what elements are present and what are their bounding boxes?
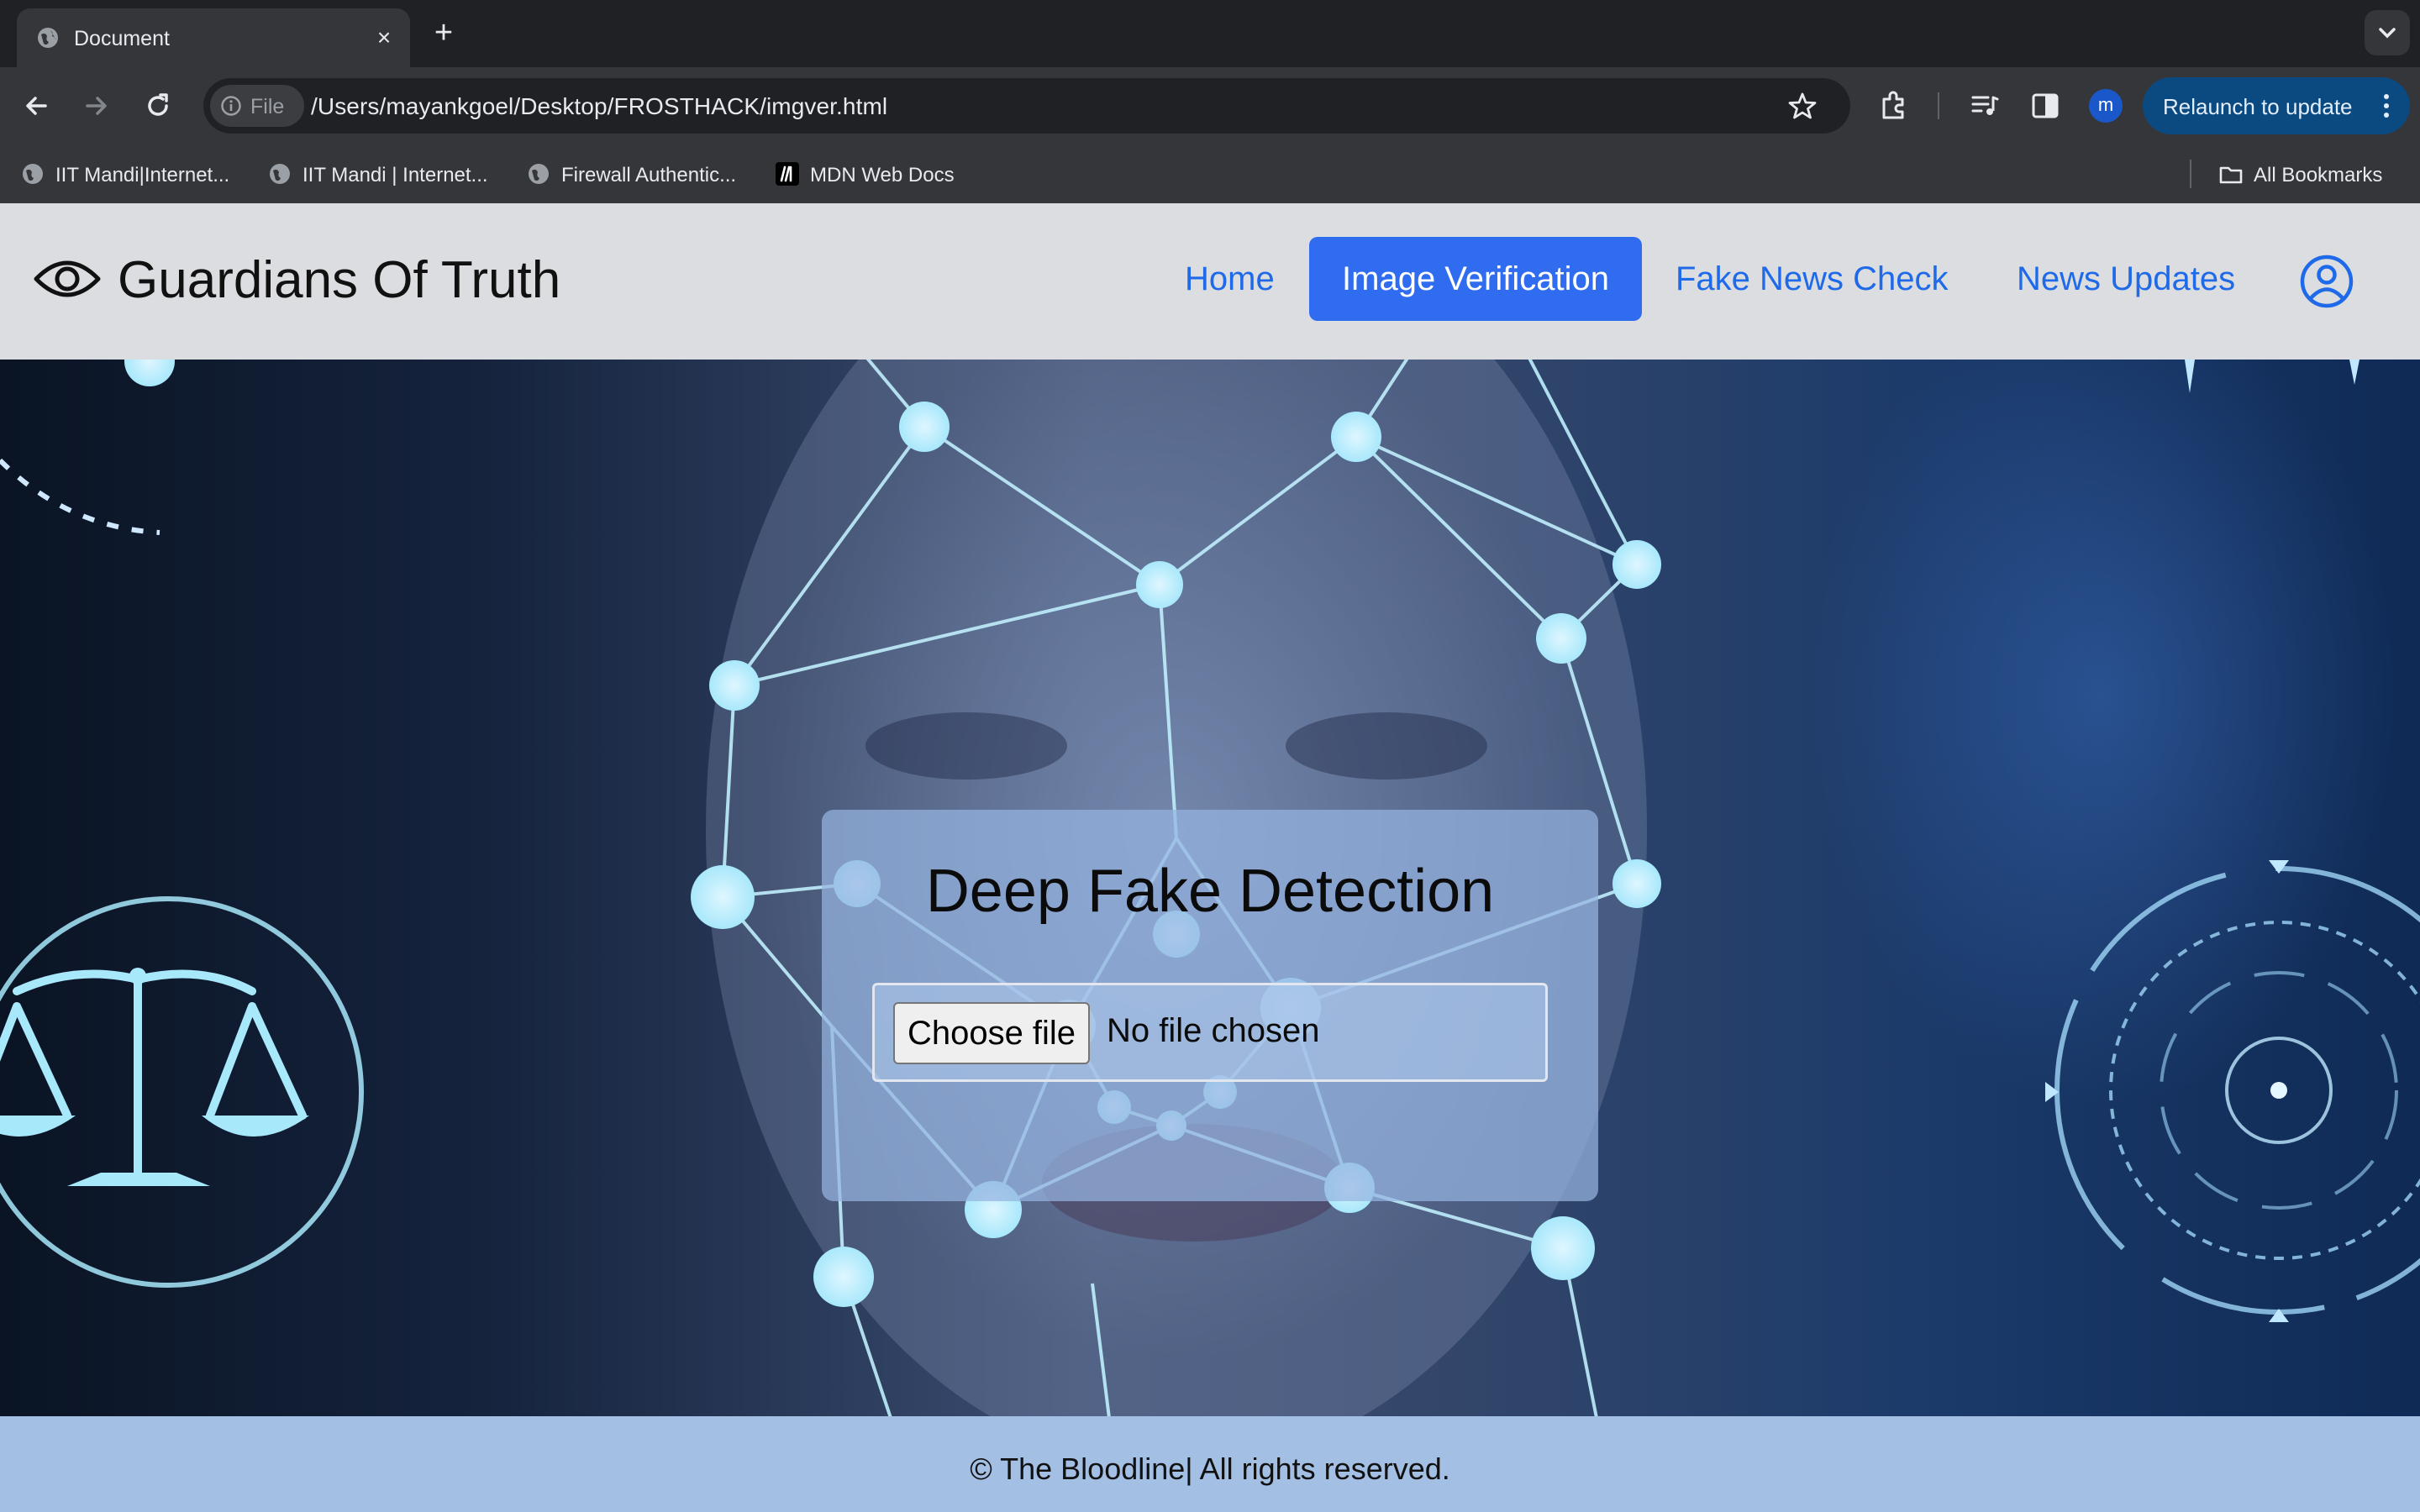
detection-title: Deep Fake Detection	[925, 858, 1495, 925]
reload-icon[interactable]	[138, 86, 178, 126]
file-upload-field[interactable]: Choose file No file chosen	[872, 983, 1548, 1082]
bookmark-star-icon[interactable]	[1786, 90, 1818, 122]
choose-file-button[interactable]: Choose file	[893, 1002, 1090, 1064]
relaunch-label: Relaunch to update	[2163, 94, 2353, 119]
globe-icon	[38, 28, 58, 48]
eye-logo-icon	[34, 260, 101, 297]
url-text[interactable]: /Users/mayankgoel/Desktop/FROSTHACK/imgv…	[311, 93, 887, 120]
globe-icon	[270, 164, 290, 184]
nav-fake-news-check-link[interactable]: Fake News Check	[1676, 260, 1949, 298]
bookmark-label: IIT Mandi|Internet...	[55, 164, 230, 186]
new-tab-button[interactable]: +	[427, 17, 460, 50]
globe-icon	[23, 164, 43, 184]
web-page: Guardians Of Truth Home Image Verificati…	[0, 203, 2420, 1512]
tab-close-icon[interactable]: ×	[370, 24, 398, 52]
toolbar-divider	[1938, 92, 1939, 119]
more-options-icon[interactable]	[2378, 91, 2395, 121]
globe-icon	[529, 164, 549, 184]
extensions-icon[interactable]	[1876, 87, 1912, 124]
chevron-down-icon	[2379, 28, 2396, 39]
media-controls-icon[interactable]	[1966, 87, 2003, 124]
brand-name[interactable]: Guardians Of Truth	[118, 250, 560, 310]
site-footer: © The Bloodline| All rights reserved.	[0, 1416, 2420, 1512]
nav-home-link[interactable]: Home	[1185, 260, 1275, 298]
bookmarks-divider	[2190, 160, 2191, 188]
hud-target-graphic	[2045, 860, 2420, 1322]
browser-tab[interactable]: Document ×	[17, 8, 410, 67]
profile-avatar[interactable]: m	[2089, 89, 2123, 123]
nav-news-updates-link[interactable]: News Updates	[2017, 260, 2235, 298]
bookmark-label: IIT Mandi | Internet...	[302, 164, 488, 186]
detection-card: Deep Fake Detection Choose file No file …	[822, 810, 1598, 1201]
hero-background-image: Deep Fake Detection Choose file No file …	[0, 360, 2420, 1416]
forward-arrow-icon[interactable]	[76, 86, 116, 126]
side-panel-icon[interactable]	[2027, 87, 2064, 124]
tab-search-button[interactable]	[2365, 10, 2410, 55]
folder-icon	[2219, 166, 2243, 184]
tab-strip: Document × +	[0, 0, 2420, 67]
user-account-icon[interactable]	[2299, 254, 2354, 309]
site-info-chip[interactable]: File	[210, 85, 304, 127]
mdn-icon	[776, 162, 799, 186]
nav-image-verification-label: Image Verification	[1342, 260, 1609, 297]
nav-image-verification-link[interactable]: Image Verification	[1309, 237, 1642, 321]
bookmark-label: Firewall Authentic...	[561, 164, 737, 186]
scales-of-justice-graphic	[0, 896, 364, 1288]
all-bookmarks-label: All Bookmarks	[2254, 164, 2383, 186]
scheme-label: File	[250, 95, 285, 118]
site-navbar: Guardians Of Truth Home Image Verificati…	[0, 203, 2420, 360]
info-icon	[221, 96, 241, 116]
address-bar[interactable]: File /Users/mayankgoel/Desktop/FROSTHACK…	[203, 78, 1850, 134]
tab-title: Document	[74, 27, 170, 50]
bookmark-label: MDN Web Docs	[810, 164, 955, 186]
back-arrow-icon[interactable]	[17, 86, 57, 126]
relaunch-button[interactable]: Relaunch to update	[2143, 77, 2410, 134]
footer-copyright: © The Bloodline| All rights reserved.	[970, 1452, 1450, 1486]
bookmarks-bar: IIT Mandi|Internet... IIT Mandi | Intern…	[0, 144, 2420, 203]
browser-toolbar: File /Users/mayankgoel/Desktop/FROSTHACK…	[0, 67, 2420, 144]
file-status-text: No file chosen	[1107, 1012, 1320, 1049]
